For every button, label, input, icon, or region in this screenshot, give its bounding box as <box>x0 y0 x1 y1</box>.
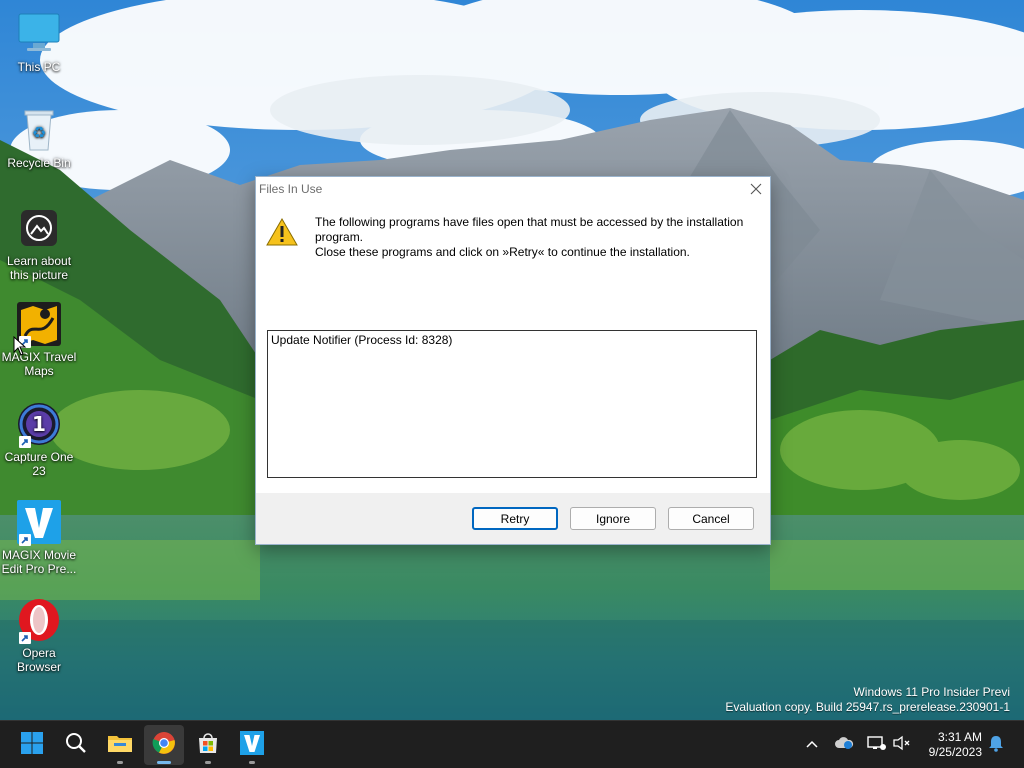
dialog-titlebar[interactable]: Files In Use <box>256 177 770 201</box>
search-button[interactable] <box>56 725 96 765</box>
desktop-icon-magix-movie-edit[interactable]: MAGIX Movie Edit Pro Pre... <box>0 498 78 576</box>
desktop-icon-opera[interactable]: Opera Browser <box>0 596 78 674</box>
watermark-line: Evaluation copy. Build 25947.rs_prerelea… <box>725 700 1010 714</box>
ignore-button[interactable]: Ignore <box>570 507 656 530</box>
onedrive-tray-button[interactable] <box>834 735 854 755</box>
taskbar-clock[interactable]: 3:31 AM 9/25/2023 <box>929 730 982 760</box>
cancel-button[interactable]: Cancel <box>668 507 754 530</box>
taskbar-file-explorer[interactable] <box>100 725 140 765</box>
bell-icon <box>988 734 1004 757</box>
message-line: Close these programs and click on »Retry… <box>315 245 690 259</box>
desktop-icon-magix-travel-maps[interactable]: MAGIX Travel Maps <box>0 300 78 378</box>
opera-icon <box>15 596 63 644</box>
notifications-button[interactable] <box>986 735 1006 755</box>
process-list[interactable]: Update Notifier (Process Id: 8328) <box>267 330 757 478</box>
this-pc-icon <box>15 10 63 58</box>
message-line: program. <box>315 230 364 244</box>
magix-movie-edit-icon <box>15 498 63 546</box>
capture-one-icon: 1 <box>15 400 63 448</box>
network-tray-button[interactable] <box>866 735 886 755</box>
recycle-bin-icon: ♻ <box>15 106 63 154</box>
dialog-message: The following programs have files open t… <box>315 215 755 260</box>
network-icon <box>866 735 886 756</box>
retry-button[interactable]: Retry <box>472 507 558 530</box>
desktop-icon-recycle-bin[interactable]: ♻ Recycle Bin <box>0 106 78 170</box>
learn-about-picture-icon <box>15 204 63 252</box>
windows-logo-icon <box>20 731 44 760</box>
list-item[interactable]: Update Notifier (Process Id: 8328) <box>268 331 756 349</box>
shortcut-arrow-icon <box>19 534 31 546</box>
evaluation-watermark: Windows 11 Pro Insider Previ Evaluation … <box>680 685 1010 715</box>
desktop-icon-label: Opera Browser <box>16 646 61 674</box>
taskbar-chrome[interactable] <box>144 725 184 765</box>
shortcut-arrow-icon <box>19 436 31 448</box>
mouse-cursor-icon <box>13 335 27 361</box>
running-indicator <box>205 761 211 764</box>
dialog-footer: Retry Ignore Cancel <box>256 493 770 544</box>
show-hidden-icons-button[interactable] <box>802 735 822 755</box>
chevron-up-icon <box>805 736 819 754</box>
desktop-icon-label: Capture One 23 <box>4 450 74 478</box>
warning-icon <box>266 217 298 247</box>
active-indicator <box>157 761 171 764</box>
start-button[interactable] <box>12 725 52 765</box>
desktop-icon-label: MAGIX Movie Edit Pro Pre... <box>1 548 77 576</box>
close-icon[interactable] <box>748 181 764 197</box>
cloud-icon <box>834 736 854 755</box>
dialog-title: Files In Use <box>259 182 323 196</box>
desktop-icon-label: Learn about this picture <box>6 254 72 282</box>
folder-icon <box>107 731 133 760</box>
desktop-icon-learn-about-picture[interactable]: Learn about this picture <box>0 204 78 282</box>
search-icon <box>64 731 88 760</box>
clock-time: 3:31 AM <box>937 730 982 744</box>
svg-text:1: 1 <box>32 412 46 436</box>
running-indicator <box>249 761 255 764</box>
taskbar: 3:31 AM 9/25/2023 <box>0 720 1024 768</box>
files-in-use-dialog: Files In Use The following programs have… <box>255 176 771 545</box>
desktop: This PC ♻ Recycle Bin Learn about this p… <box>0 0 1024 768</box>
volume-tray-button[interactable] <box>892 735 912 755</box>
desktop-icon-label: Recycle Bin <box>7 156 71 170</box>
desktop-icon-label: MAGIX Travel Maps <box>1 350 77 378</box>
watermark-line: Windows 11 Pro Insider Previ <box>853 685 1010 699</box>
desktop-icon-capture-one[interactable]: 1 Capture One 23 <box>0 400 78 478</box>
store-icon <box>196 731 220 760</box>
desktop-icon-this-pc[interactable]: This PC <box>0 10 78 74</box>
desktop-icon-label: This PC <box>17 60 61 74</box>
chrome-icon <box>152 731 176 760</box>
taskbar-magix-movie-edit[interactable] <box>232 725 272 765</box>
volume-muted-icon <box>892 735 912 756</box>
taskbar-microsoft-store[interactable] <box>188 725 228 765</box>
message-line: The following programs have files open t… <box>315 215 744 229</box>
magix-movie-edit-icon <box>240 730 264 760</box>
shortcut-arrow-icon <box>19 632 31 644</box>
running-indicator <box>117 761 123 764</box>
dialog-body: The following programs have files open t… <box>256 201 770 493</box>
svg-text:♻: ♻ <box>32 123 46 142</box>
clock-date: 9/25/2023 <box>928 745 982 759</box>
